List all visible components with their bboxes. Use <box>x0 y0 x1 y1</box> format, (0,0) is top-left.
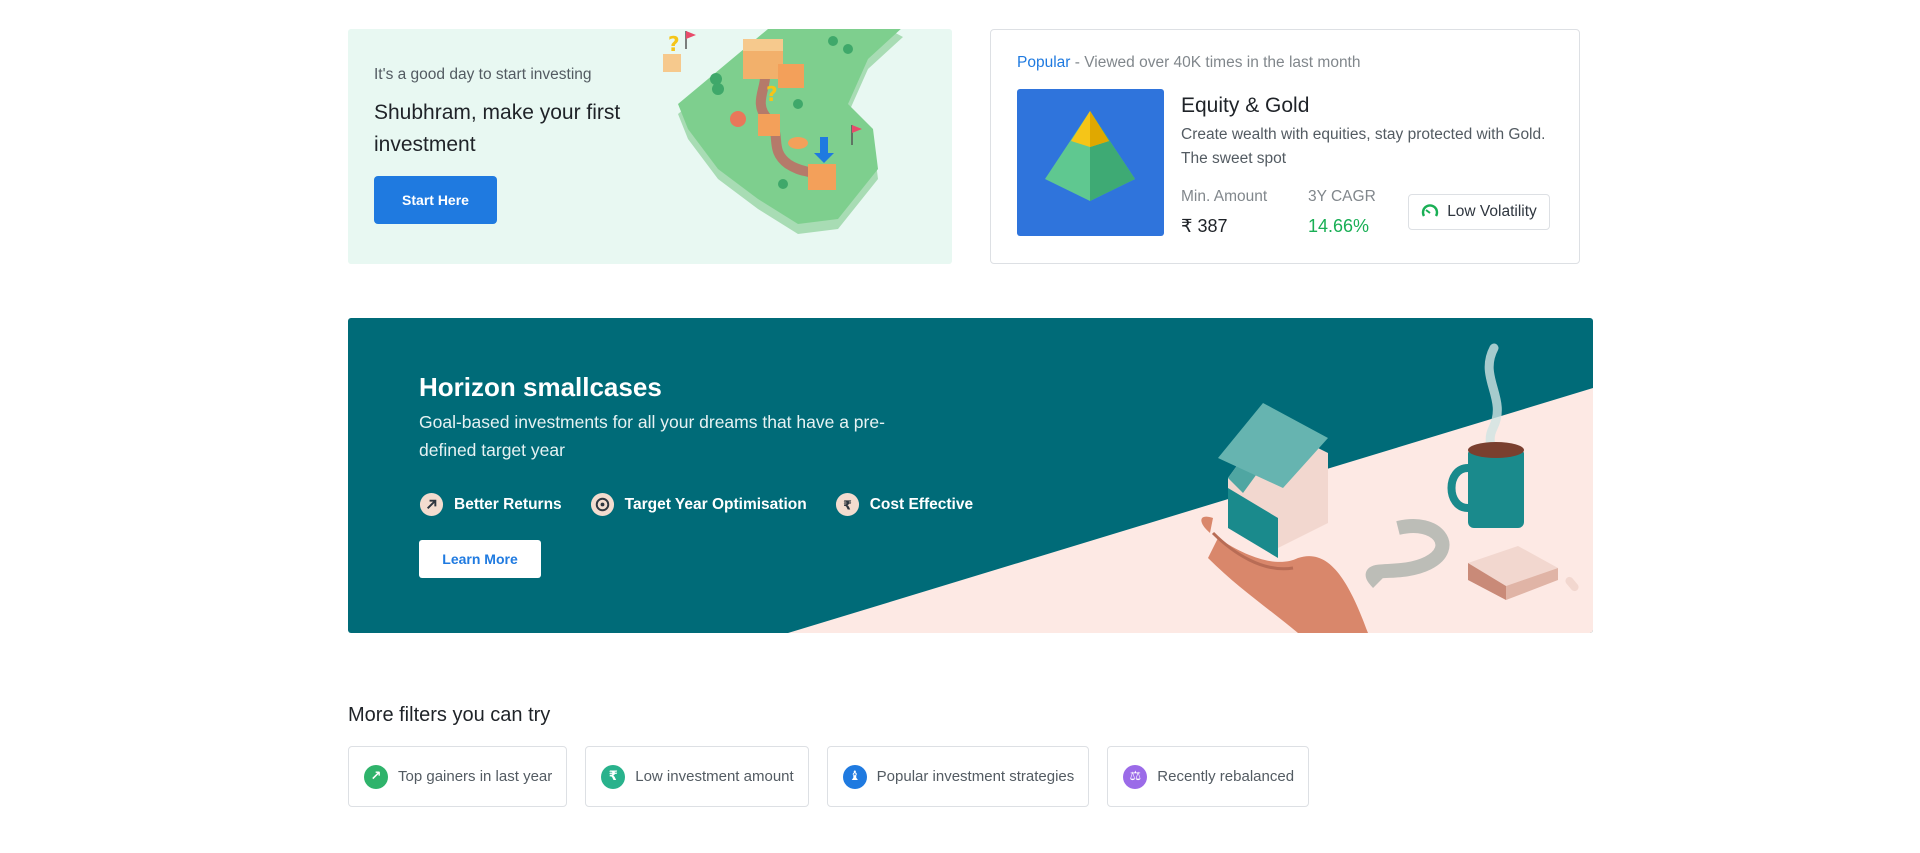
svg-text:₹: ₹ <box>843 497 852 512</box>
rupee-icon: ₹ <box>835 492 859 517</box>
smallcase-description: Create wealth with equities, stay protec… <box>1181 126 1546 167</box>
filters-heading: More filters you can try <box>348 704 551 726</box>
island-map-illustration: ? ? <box>663 29 903 234</box>
min-amount-value: ₹ 387 <box>1181 216 1228 236</box>
house-in-hand-illustration <box>1201 343 1579 633</box>
start-investing-card: It's a good day to start investing Shubh… <box>348 29 952 264</box>
svg-text:?: ? <box>766 82 778 106</box>
filter-label: Top gainers in last year <box>398 768 553 785</box>
horizon-features: Better Returns Target Year Optimisation … <box>419 492 973 517</box>
feature-target-year-optimisation: Target Year Optimisation <box>590 492 807 517</box>
target-icon <box>590 492 614 517</box>
start-card-headline: Shubhram, make your first investment <box>374 101 621 156</box>
volatility-label: Low Volatility <box>1447 203 1537 220</box>
pyramid-icon <box>1045 111 1135 201</box>
popular-views: - Viewed over 40K times in the last mont… <box>1070 54 1361 71</box>
smallcase-name: Equity & Gold <box>1181 94 1310 117</box>
feature-better-returns: Better Returns <box>419 492 562 517</box>
svg-text:?: ? <box>668 32 680 56</box>
feature-label: Better Returns <box>454 495 562 513</box>
popular-meta: Popular - Viewed over 40K times in the l… <box>1017 54 1361 72</box>
chess-icon: ♝ <box>842 764 867 789</box>
learn-more-button[interactable]: Learn More <box>419 540 541 578</box>
cagr-label: 3Y CAGR <box>1308 188 1376 205</box>
popular-highlight: Popular <box>1017 54 1071 71</box>
feature-label: Cost Effective <box>869 495 974 513</box>
feature-cost-effective: ₹ Cost Effective <box>835 492 973 517</box>
filter-low-investment-amount[interactable]: ₹ Low investment amount <box>585 746 809 807</box>
cagr-value: 14.66% <box>1308 216 1370 236</box>
filter-chip-list: ↗ Top gainers in last year ₹ Low investm… <box>348 746 1310 807</box>
min-amount-label: Min. Amount <box>1181 188 1268 205</box>
start-here-button[interactable]: Start Here <box>374 176 497 224</box>
filter-label: Recently rebalanced <box>1157 768 1295 785</box>
filter-top-gainers[interactable]: ↗ Top gainers in last year <box>348 746 568 807</box>
popular-smallcase-card[interactable]: Popular - Viewed over 40K times in the l… <box>990 29 1580 264</box>
filter-label: Low investment amount <box>635 768 794 785</box>
start-card-tagline: It's a good day to start investing <box>374 66 592 83</box>
arrow-up-right-icon: ↗ <box>364 764 388 789</box>
filter-popular-strategies[interactable]: ♝ Popular investment strategies <box>826 746 1090 807</box>
volatility-badge: Low Volatility <box>1408 194 1550 230</box>
filter-label: Popular investment strategies <box>876 768 1075 785</box>
scale-icon: ⚖ <box>1123 764 1148 789</box>
smallcase-thumbnail <box>1017 89 1164 236</box>
filter-recently-rebalanced[interactable]: ⚖ Recently rebalanced <box>1107 746 1310 807</box>
arrow-up-right-icon <box>419 492 444 517</box>
feature-label: Target Year Optimisation <box>624 495 807 513</box>
rupee-icon: ₹ <box>601 764 626 789</box>
horizon-subtitle: Goal-based investments for all your drea… <box>419 412 885 460</box>
horizon-title: Horizon smallcases <box>419 372 662 402</box>
speedometer-icon <box>1422 204 1439 217</box>
horizon-banner: Horizon smallcases Goal-based investment… <box>348 318 1593 633</box>
